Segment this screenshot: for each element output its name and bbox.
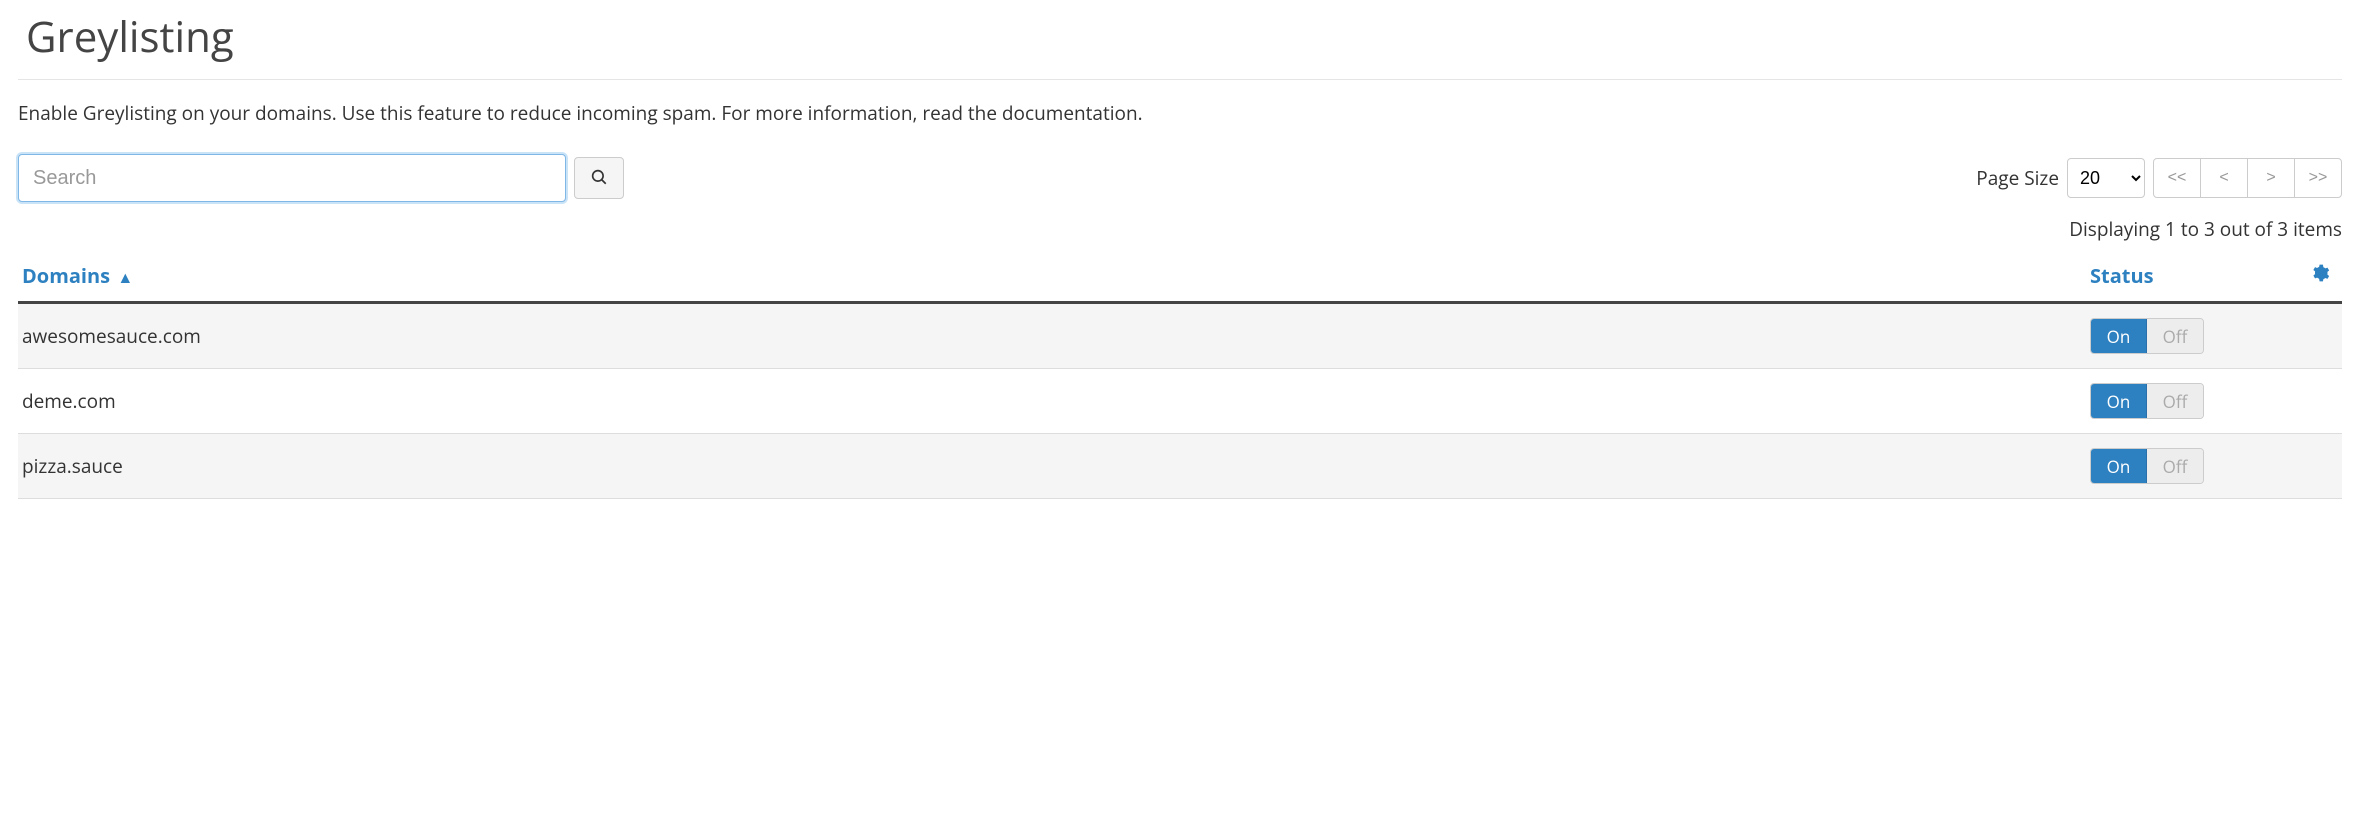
toggle-on[interactable]: On xyxy=(2091,449,2147,483)
status-toggle[interactable]: OnOff xyxy=(2090,448,2204,484)
toggle-on[interactable]: On xyxy=(2091,384,2147,418)
status-cell: OnOff xyxy=(2086,434,2342,499)
domain-cell: pizza.sauce xyxy=(18,434,2086,499)
table-row: awesomesauce.comOnOff xyxy=(18,303,2342,369)
domain-table: Domains ▲ Status awesomesauce.comOnOffde… xyxy=(18,252,2342,499)
toggle-off[interactable]: Off xyxy=(2147,449,2203,483)
search-input[interactable] xyxy=(18,154,566,202)
pager-last-button[interactable]: >> xyxy=(2294,158,2342,198)
toggle-off[interactable]: Off xyxy=(2147,319,2203,353)
domain-cell: deme.com xyxy=(18,369,2086,434)
status-cell: OnOff xyxy=(2086,303,2342,369)
status-cell: OnOff xyxy=(2086,369,2342,434)
search-group xyxy=(18,154,624,202)
search-button[interactable] xyxy=(574,157,624,199)
pager-prev-button[interactable]: < xyxy=(2200,158,2248,198)
toggle-on[interactable]: On xyxy=(2091,319,2147,353)
column-header-status-label: Status xyxy=(2090,262,2154,289)
display-count: Displaying 1 to 3 out of 3 items xyxy=(18,216,2342,242)
controls-row: Page Size 20 << < > >> xyxy=(18,154,2342,202)
page-size-select[interactable]: 20 xyxy=(2067,158,2145,198)
toggle-off[interactable]: Off xyxy=(2147,384,2203,418)
page-size-label: Page Size xyxy=(1976,165,2059,191)
table-settings-button[interactable] xyxy=(2306,252,2342,303)
domain-cell: awesomesauce.com xyxy=(18,303,2086,369)
gear-icon xyxy=(2310,262,2330,289)
column-header-domain[interactable]: Domains ▲ xyxy=(18,252,2086,303)
page-title: Greylisting xyxy=(18,0,2342,80)
table-row: pizza.sauceOnOff xyxy=(18,434,2342,499)
table-row: deme.comOnOff xyxy=(18,369,2342,434)
pager-group: Page Size 20 << < > >> xyxy=(1976,158,2342,198)
pager-next-button[interactable]: > xyxy=(2247,158,2295,198)
page-description: Enable Greylisting on your domains. Use … xyxy=(18,100,2342,126)
sort-asc-icon: ▲ xyxy=(117,266,133,288)
column-header-domain-label: Domains xyxy=(22,262,110,289)
column-header-status[interactable]: Status xyxy=(2086,252,2306,303)
search-icon xyxy=(590,168,608,189)
pager-buttons: << < > >> xyxy=(2153,158,2342,198)
status-toggle[interactable]: OnOff xyxy=(2090,318,2204,354)
status-toggle[interactable]: OnOff xyxy=(2090,383,2204,419)
pager-first-button[interactable]: << xyxy=(2153,158,2201,198)
